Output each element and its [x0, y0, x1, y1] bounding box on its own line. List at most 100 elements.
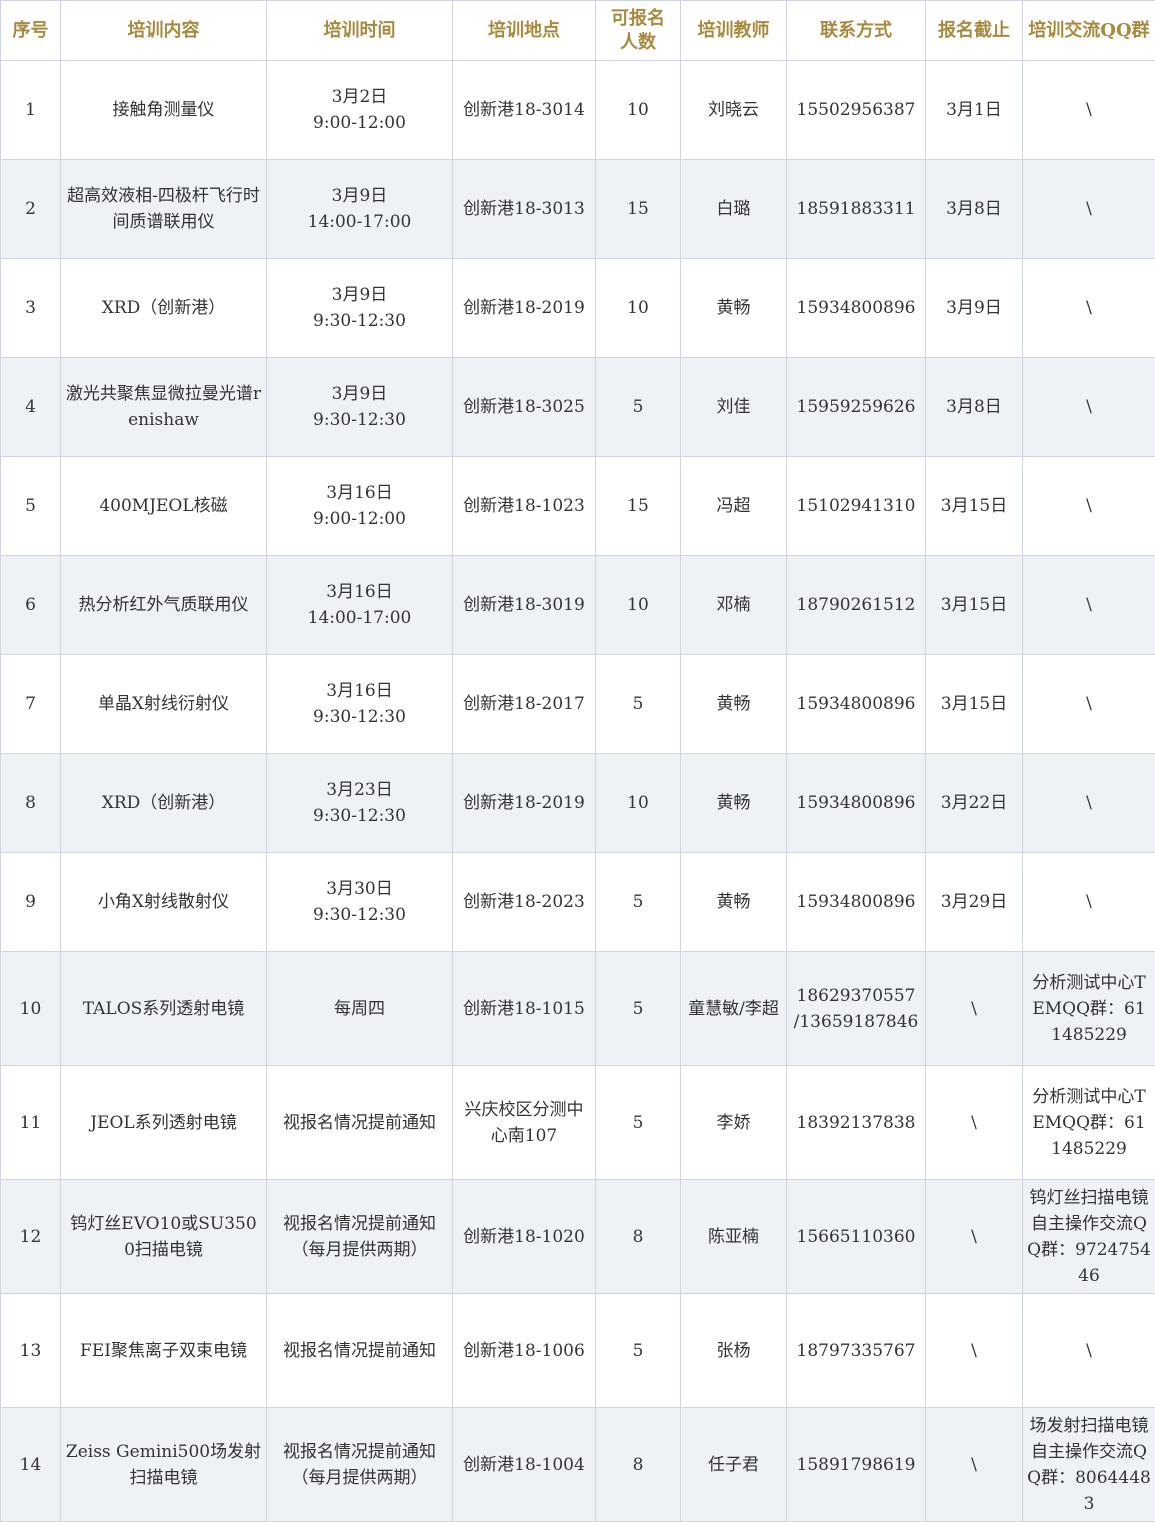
cell-qq-group: \	[1022, 852, 1155, 952]
cell-text: 3月2日	[331, 87, 388, 107]
cell-text: \	[971, 998, 977, 1019]
cell-qq-group: \	[1022, 456, 1155, 556]
cell-text: 创新港18-3014	[463, 100, 585, 120]
header-contact: 联系方式	[786, 0, 926, 61]
cell-location: 创新港18-3019	[452, 555, 596, 655]
cell-index: 2	[0, 159, 61, 259]
cell-text: 18392137838	[796, 1112, 916, 1133]
cell-time: 3月30日 9:30-12:30	[266, 852, 453, 952]
cell-text: 9:30-12:30	[313, 806, 406, 826]
cell-time: 3月2日 9:00-12:00	[266, 60, 453, 160]
cell-contact: 15934800896	[786, 852, 926, 952]
cell-deadline: 3月8日	[925, 159, 1023, 259]
cell-content: 钨灯丝EVO10或SU3500扫描电镜	[60, 1179, 267, 1294]
cell-qq-group: 场发射扫描电镜自主操作交流QQ群：80644483	[1022, 1407, 1155, 1522]
cell-text: 5	[632, 1340, 644, 1361]
cell-time: 3月23日 9:30-12:30	[266, 753, 453, 853]
cell-time: 视报名情况提前通知	[266, 1065, 453, 1180]
cell-text: 3月29日	[940, 892, 1008, 912]
cell-text: 15	[627, 199, 649, 219]
cell-teacher: 任子君	[680, 1407, 787, 1522]
cell-text: \	[971, 1454, 977, 1475]
cell-text: 5	[632, 1112, 644, 1133]
cell-text: 10	[627, 793, 649, 813]
cell-text: 1	[25, 100, 36, 120]
cell-text: 白璐	[716, 199, 751, 219]
header-teacher: 培训教师	[680, 0, 787, 61]
cell-location: 创新港18-2017	[452, 654, 596, 754]
cell-location: 创新港18-2019	[452, 258, 596, 358]
cell-contact: 15934800896	[786, 654, 926, 754]
cell-text: 9:30-12:30	[313, 311, 406, 331]
cell-text: 分析测试中心TEMQQ群：611485229	[1032, 972, 1146, 1045]
cell-deadline: \	[925, 1179, 1023, 1294]
cell-text: 场发射扫描电镜自主操作交流QQ群：80644483	[1027, 1415, 1151, 1514]
cell-text: 黄畅	[716, 298, 751, 318]
cell-time: 3月9日 9:30-12:30	[266, 258, 453, 358]
cell-text: 3月9日	[331, 285, 388, 305]
cell-text: 创新港18-2019	[463, 298, 585, 318]
cell-index: 6	[0, 555, 61, 655]
cell-text: 15934800896	[796, 892, 916, 912]
cell-contact: 15665110360	[786, 1179, 926, 1294]
cell-location: 创新港18-1023	[452, 456, 596, 556]
cell-text: 3月9日	[331, 186, 388, 206]
cell-teacher: 黄畅	[680, 258, 787, 358]
cell-capacity: 10	[595, 60, 681, 160]
cell-content: JEOL系列透射电镜	[60, 1065, 267, 1180]
cell-teacher: 李娇	[680, 1065, 787, 1180]
cell-time: 3月9日 14:00-17:00	[266, 159, 453, 259]
cell-text: 创新港18-2017	[463, 694, 585, 714]
cell-text: 5	[632, 397, 644, 417]
cell-text: 15934800896	[796, 793, 916, 813]
cell-deadline: 3月15日	[925, 654, 1023, 754]
cell-text: 创新港18-3019	[463, 595, 585, 615]
header-content: 培训内容	[60, 0, 267, 61]
cell-text: 张杨	[716, 1340, 751, 1361]
cell-text: 3	[25, 298, 36, 318]
cell-contact: 15891798619	[786, 1407, 926, 1522]
cell-text: 6	[25, 595, 36, 615]
cell-text: （每月提供两期）	[291, 1467, 428, 1488]
cell-text: 3月22日	[940, 793, 1008, 813]
cell-deadline: \	[925, 951, 1023, 1066]
cell-content: 接触角测量仪	[60, 60, 267, 160]
cell-text: 15502956387	[796, 100, 916, 120]
cell-contact: 18797335767	[786, 1293, 926, 1408]
cell-time: 3月9日 9:30-12:30	[266, 357, 453, 457]
cell-text: TALOS系列透射电镜	[82, 998, 245, 1019]
cell-text: 创新港18-1004	[463, 1454, 585, 1475]
cell-text: 3月30日	[326, 879, 393, 899]
table-row: 10 TALOS系列透射电镜 每周四 创新港18-1015 5 童慧敏/李超 1862937…	[0, 951, 1155, 1066]
cell-text: 15102941310	[796, 496, 916, 516]
cell-text: 钨灯丝扫描电镜自主操作交流QQ群：972475446	[1027, 1187, 1151, 1286]
cell-contact: 18629370557/13659187846	[786, 951, 926, 1066]
cell-index: 13	[0, 1293, 61, 1408]
cell-text: 3月1日	[946, 100, 1002, 120]
cell-text: 15665110360	[796, 1226, 916, 1247]
table-body: 1 接触角测量仪 3月2日 9:00-12:00 创新港18-3014 10 刘晓云 1550…	[0, 60, 1155, 1522]
cell-text: 9:00-12:00	[313, 113, 406, 133]
cell-text: 热分析红外气质联用仪	[78, 595, 249, 615]
cell-content: 热分析红外气质联用仪	[60, 555, 267, 655]
header-deadline: 报名截止	[925, 0, 1023, 61]
cell-contact: 15959259626	[786, 357, 926, 457]
cell-text: 创新港18-3013	[463, 199, 585, 219]
cell-index: 3	[0, 258, 61, 358]
cell-text: 5	[632, 998, 644, 1019]
cell-text: 创新港18-2019	[463, 793, 585, 813]
cell-text: \	[971, 1340, 977, 1361]
cell-capacity: 5	[595, 654, 681, 754]
cell-time: 每周四	[266, 951, 453, 1066]
cell-time: 视报名情况提前通知	[266, 1293, 453, 1408]
cell-text: \	[1086, 1340, 1092, 1361]
cell-qq-group: \	[1022, 555, 1155, 655]
cell-contact: 15102941310	[786, 456, 926, 556]
header-location: 培训地点	[452, 0, 596, 61]
cell-capacity: 5	[595, 1293, 681, 1408]
cell-text: 18790261512	[796, 595, 916, 615]
cell-text: 小角X射线散射仪	[97, 892, 230, 912]
cell-text: 创新港18-1006	[463, 1340, 585, 1361]
cell-capacity: 5	[595, 1065, 681, 1180]
cell-teacher: 冯超	[680, 456, 787, 556]
